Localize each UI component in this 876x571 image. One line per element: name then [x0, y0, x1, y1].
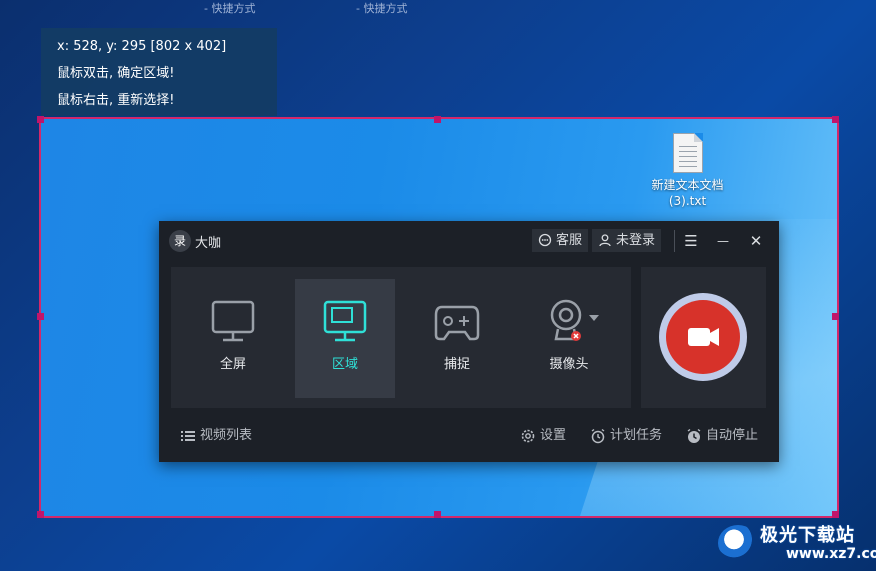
- video-list-button[interactable]: 视频列表: [180, 427, 252, 445]
- titlebar-divider: [674, 230, 675, 252]
- watermark-title: 极光下载站: [760, 525, 855, 546]
- resize-handle-top-right[interactable]: [832, 116, 839, 123]
- region-monitor-icon: [323, 300, 367, 342]
- watermark-logo: [718, 525, 758, 561]
- webcam-icon: [550, 299, 599, 341]
- resize-handle-left[interactable]: [37, 313, 44, 320]
- schedule-label: 计划任务: [610, 428, 663, 443]
- resize-handle-bottom-right[interactable]: [832, 511, 839, 518]
- settings-button[interactable]: 设置: [520, 427, 566, 445]
- desktop-file-item[interactable]: 新建文本文档 (3).txt: [645, 133, 730, 209]
- schedule-button[interactable]: 计划任务: [590, 427, 662, 445]
- file-name-line2: (3).txt: [668, 194, 707, 208]
- user-icon: [599, 234, 611, 247]
- record-button[interactable]: [666, 300, 740, 374]
- dropdown-arrow-icon: [589, 315, 599, 321]
- close-icon[interactable]: ✕: [745, 230, 767, 252]
- resize-handle-top[interactable]: [434, 116, 441, 123]
- text-file-icon: [672, 133, 703, 173]
- resize-handle-bottom[interactable]: [434, 511, 441, 518]
- capture-info-box: x: 528, y: 295 [802 x 402] 鼠标双击, 确定区域! 鼠…: [41, 28, 277, 116]
- gear-icon: [521, 429, 535, 443]
- tool-label: 全屏: [219, 357, 246, 372]
- monitor-icon: [211, 300, 255, 342]
- tool-webcam[interactable]: 摄像头: [519, 279, 619, 398]
- capture-mode-panel: 全屏 区域 捕捉 摄像头: [171, 267, 631, 408]
- hint-double-click: 鼠标双击, 确定区域!: [57, 66, 175, 81]
- support-label: 客服: [556, 233, 583, 248]
- recorder-app-window: 录 大咖 客服 未登录 ☰ — ✕ 全屏 区域 捕捉 摄像头 视频列表 设置 计…: [159, 221, 779, 462]
- titlebar[interactable]: 录 大咖 客服 未登录 ☰ — ✕: [159, 221, 779, 259]
- desktop-shortcut-label[interactable]: - 快捷方式: [204, 0, 255, 16]
- tool-label: 摄像头: [549, 357, 589, 372]
- resize-handle-bottom-left[interactable]: [37, 511, 44, 518]
- record-panel: [641, 267, 766, 408]
- support-button[interactable]: 客服: [532, 229, 589, 252]
- app-name: 大咖: [195, 236, 222, 251]
- login-button[interactable]: 未登录: [592, 229, 662, 252]
- alarm-clock-icon: [591, 428, 605, 444]
- settings-label: 设置: [540, 428, 567, 443]
- desktop-shortcut-label[interactable]: - 快捷方式: [356, 0, 407, 16]
- menu-icon[interactable]: ☰: [680, 230, 702, 252]
- resize-handle-right[interactable]: [832, 313, 839, 320]
- site-watermark: 极光下载站 www.xz7.com: [718, 519, 876, 567]
- list-icon: [181, 431, 195, 441]
- auto-stop-button[interactable]: 自动停止: [686, 427, 758, 445]
- capture-coords: x: 528, y: 295 [802 x 402]: [57, 39, 227, 54]
- chat-bubble-icon: [538, 233, 552, 247]
- tool-label: 区域: [331, 357, 358, 372]
- tool-capture[interactable]: 捕捉: [407, 279, 507, 398]
- auto-stop-label: 自动停止: [706, 428, 759, 443]
- tool-region[interactable]: 区域: [295, 279, 395, 398]
- minimize-icon[interactable]: —: [712, 230, 734, 252]
- stop-clock-icon: [687, 428, 701, 443]
- login-label: 未登录: [616, 233, 656, 248]
- watermark-url: www.xz7.com: [786, 546, 876, 562]
- tool-label: 捕捉: [443, 357, 470, 372]
- video-camera-icon: [688, 328, 719, 346]
- tool-fullscreen[interactable]: 全屏: [183, 279, 283, 398]
- hint-right-click: 鼠标右击, 重新选择!: [57, 93, 175, 108]
- video-list-label: 视频列表: [200, 428, 253, 443]
- gamepad-icon: [434, 305, 480, 341]
- file-name-line1: 新建文本文档: [651, 178, 724, 192]
- app-logo: 录: [169, 230, 191, 252]
- record-button-ring[interactable]: [659, 293, 747, 381]
- resize-handle-top-left[interactable]: [37, 116, 44, 123]
